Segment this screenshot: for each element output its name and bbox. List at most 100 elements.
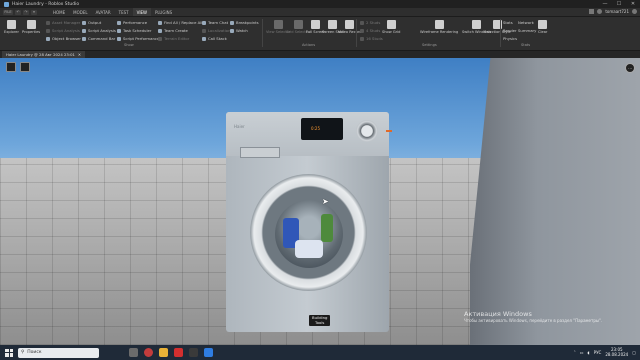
redo-icon[interactable]: ↷ — [23, 9, 29, 15]
show-group-label: Show — [124, 43, 134, 47]
breakpoints-icon — [230, 20, 234, 25]
language-indicator[interactable]: РУС — [594, 350, 602, 355]
network-icon[interactable]: ▭ — [580, 350, 584, 355]
network-button[interactable]: Network — [518, 20, 534, 25]
explorer-button[interactable]: Explorer — [4, 20, 19, 34]
script-performance-button[interactable]: Script Performance — [117, 36, 159, 41]
search-icon: ⚲ — [21, 350, 25, 355]
document-tab[interactable]: Haier Laundry @ 28 Авг 2024 23:01 ✕ — [2, 51, 86, 58]
team-create-label: Team Create — [164, 28, 188, 33]
script-analysis-small-button[interactable]: Script Analysis — [46, 28, 80, 33]
viewport-camera-icon[interactable] — [20, 62, 30, 72]
object-browser-button[interactable]: Object Browser — [46, 36, 81, 41]
taskbar-search[interactable]: ⚲ Поиск — [18, 347, 99, 358]
maximize-button[interactable]: ☐ — [612, 0, 626, 8]
document-tabs: Haier Laundry @ 28 Авг 2024 23:01 ✕ — [0, 51, 640, 58]
clock[interactable]: 23:05 28.08.2024 — [605, 347, 628, 357]
team-create-button[interactable]: Team Create — [158, 28, 188, 33]
watch-button[interactable]: Watch — [230, 28, 248, 33]
summary-button[interactable]: Summary — [518, 28, 536, 33]
document-tab-label: Haier Laundry @ 28 Авг 2024 23:01 — [6, 52, 75, 57]
file-menu[interactable]: FILE — [3, 9, 13, 15]
minimize-button[interactable]: — — [598, 0, 612, 8]
script-analysis-small-label: Script Analysis — [52, 28, 80, 33]
detergent-drawer[interactable] — [240, 147, 280, 158]
command-bar-button[interactable]: Command Bar — [82, 36, 115, 41]
user-name[interactable]: tomaart721 — [605, 9, 629, 14]
tab-view[interactable]: VIEW — [132, 8, 151, 16]
camera-icon — [328, 20, 338, 29]
indicator-light — [386, 130, 392, 132]
quick-access-dropdown-icon[interactable]: ▾ — [31, 9, 37, 15]
localization-icon — [202, 28, 206, 33]
washing-machine-model[interactable]: Haier 0:25 — [226, 112, 392, 332]
tray-expand-icon[interactable]: ˄ — [574, 350, 576, 355]
localization-label: Localization — [208, 28, 231, 33]
show-grid-button[interactable]: Show Grid — [382, 20, 400, 34]
activation-text: Чтобы активировать Windows, перейдите в … — [464, 318, 603, 323]
windows-start-icon[interactable] — [5, 348, 13, 357]
notifications-icon[interactable] — [597, 9, 603, 14]
close-tab-icon[interactable]: ✕ — [78, 52, 81, 57]
viewport-toolbar-icon[interactable] — [6, 62, 16, 72]
app-icon[interactable] — [144, 348, 153, 357]
localization-button[interactable]: Localization — [202, 28, 231, 33]
tab-model[interactable]: MODEL — [69, 8, 91, 16]
settings-group-label: Settings — [422, 43, 437, 47]
app-icon[interactable] — [189, 348, 198, 357]
close-button[interactable]: ✕ — [626, 0, 640, 8]
task-view-icon[interactable] — [129, 348, 138, 357]
building-tools-tooltip: Building Tools — [309, 315, 331, 326]
roblox-studio-taskbar-icon[interactable] — [204, 348, 213, 357]
physics-button[interactable]: Physics — [503, 36, 517, 41]
volume-icon[interactable]: ◖ — [588, 350, 590, 355]
team-chat-button[interactable]: Team Chat — [202, 20, 228, 25]
grid-icon — [360, 28, 364, 33]
terrain-editor-button[interactable]: Terrain Editor — [158, 36, 189, 41]
call-stack-button[interactable]: Call Stack — [202, 36, 227, 41]
grid-selection-icon — [294, 20, 304, 29]
windows-activation-watermark: Активация Windows Чтобы активировать Win… — [464, 310, 634, 323]
call-stack-label: Call Stack — [208, 36, 227, 41]
notifications-icon[interactable]: ▢ — [632, 350, 636, 355]
viewport-3d[interactable]: ⋯ Haier 0:25 ➤ — [0, 58, 640, 345]
find-all-button[interactable]: Find All / Replace All — [158, 20, 202, 25]
breakpoints-button[interactable]: Breakpoints — [230, 20, 259, 25]
clear-button[interactable]: Clear — [538, 20, 547, 34]
viewport-menu-icon[interactable]: ⋯ — [625, 63, 635, 73]
script-analysis-button[interactable]: Script Analysis — [82, 28, 116, 33]
render-button[interactable]: Render — [503, 28, 517, 33]
task-scheduler-button[interactable]: Task Scheduler — [117, 28, 151, 33]
program-knob[interactable] — [356, 120, 378, 142]
taskbar: ⚲ Поиск ˄ ▭ ◖ РУС 23:05 28.08.2024 ▢ — [0, 345, 640, 360]
stats-button[interactable]: Stats — [503, 20, 513, 25]
output-label: Output — [88, 20, 102, 25]
tab-home[interactable]: HOME — [49, 8, 69, 16]
grid-16-studs-button[interactable]: 16 Studs — [360, 36, 383, 41]
wall-part[interactable] — [470, 58, 640, 345]
command-bar-label: Command Bar — [88, 36, 116, 41]
file-explorer-icon[interactable] — [159, 348, 168, 357]
properties-label: Properties — [22, 30, 41, 34]
help-icon[interactable] — [632, 9, 637, 14]
grid-2-studs-button[interactable]: 2 Studs — [360, 20, 380, 25]
grid-4-studs-button[interactable]: 4 Studs — [360, 28, 380, 33]
grid-icon — [360, 36, 364, 41]
app-icon[interactable] — [174, 348, 183, 357]
breakpoints-label: Breakpoints — [236, 20, 259, 25]
output-button[interactable]: Output — [82, 20, 101, 25]
watch-label: Watch — [236, 28, 248, 33]
properties-button[interactable]: Properties — [22, 20, 40, 34]
performance-button[interactable]: Performance — [117, 20, 147, 25]
tab-avatar[interactable]: AVATAR — [92, 8, 115, 16]
asset-manager-button[interactable]: Asset Manager — [46, 20, 80, 25]
tab-plugins[interactable]: PLUGINS — [151, 8, 176, 16]
activation-title: Активация Windows — [464, 310, 532, 318]
wireframe-rendering-button[interactable]: Wireframe Rendering — [420, 20, 458, 34]
undo-icon[interactable]: ↶ — [15, 9, 21, 15]
tab-test[interactable]: TEST — [115, 8, 133, 16]
analysis-icon — [46, 28, 50, 33]
video-record-button[interactable]: Video Record — [338, 20, 362, 34]
share-icon[interactable] — [589, 9, 595, 14]
summary-label: Summary — [518, 28, 537, 33]
